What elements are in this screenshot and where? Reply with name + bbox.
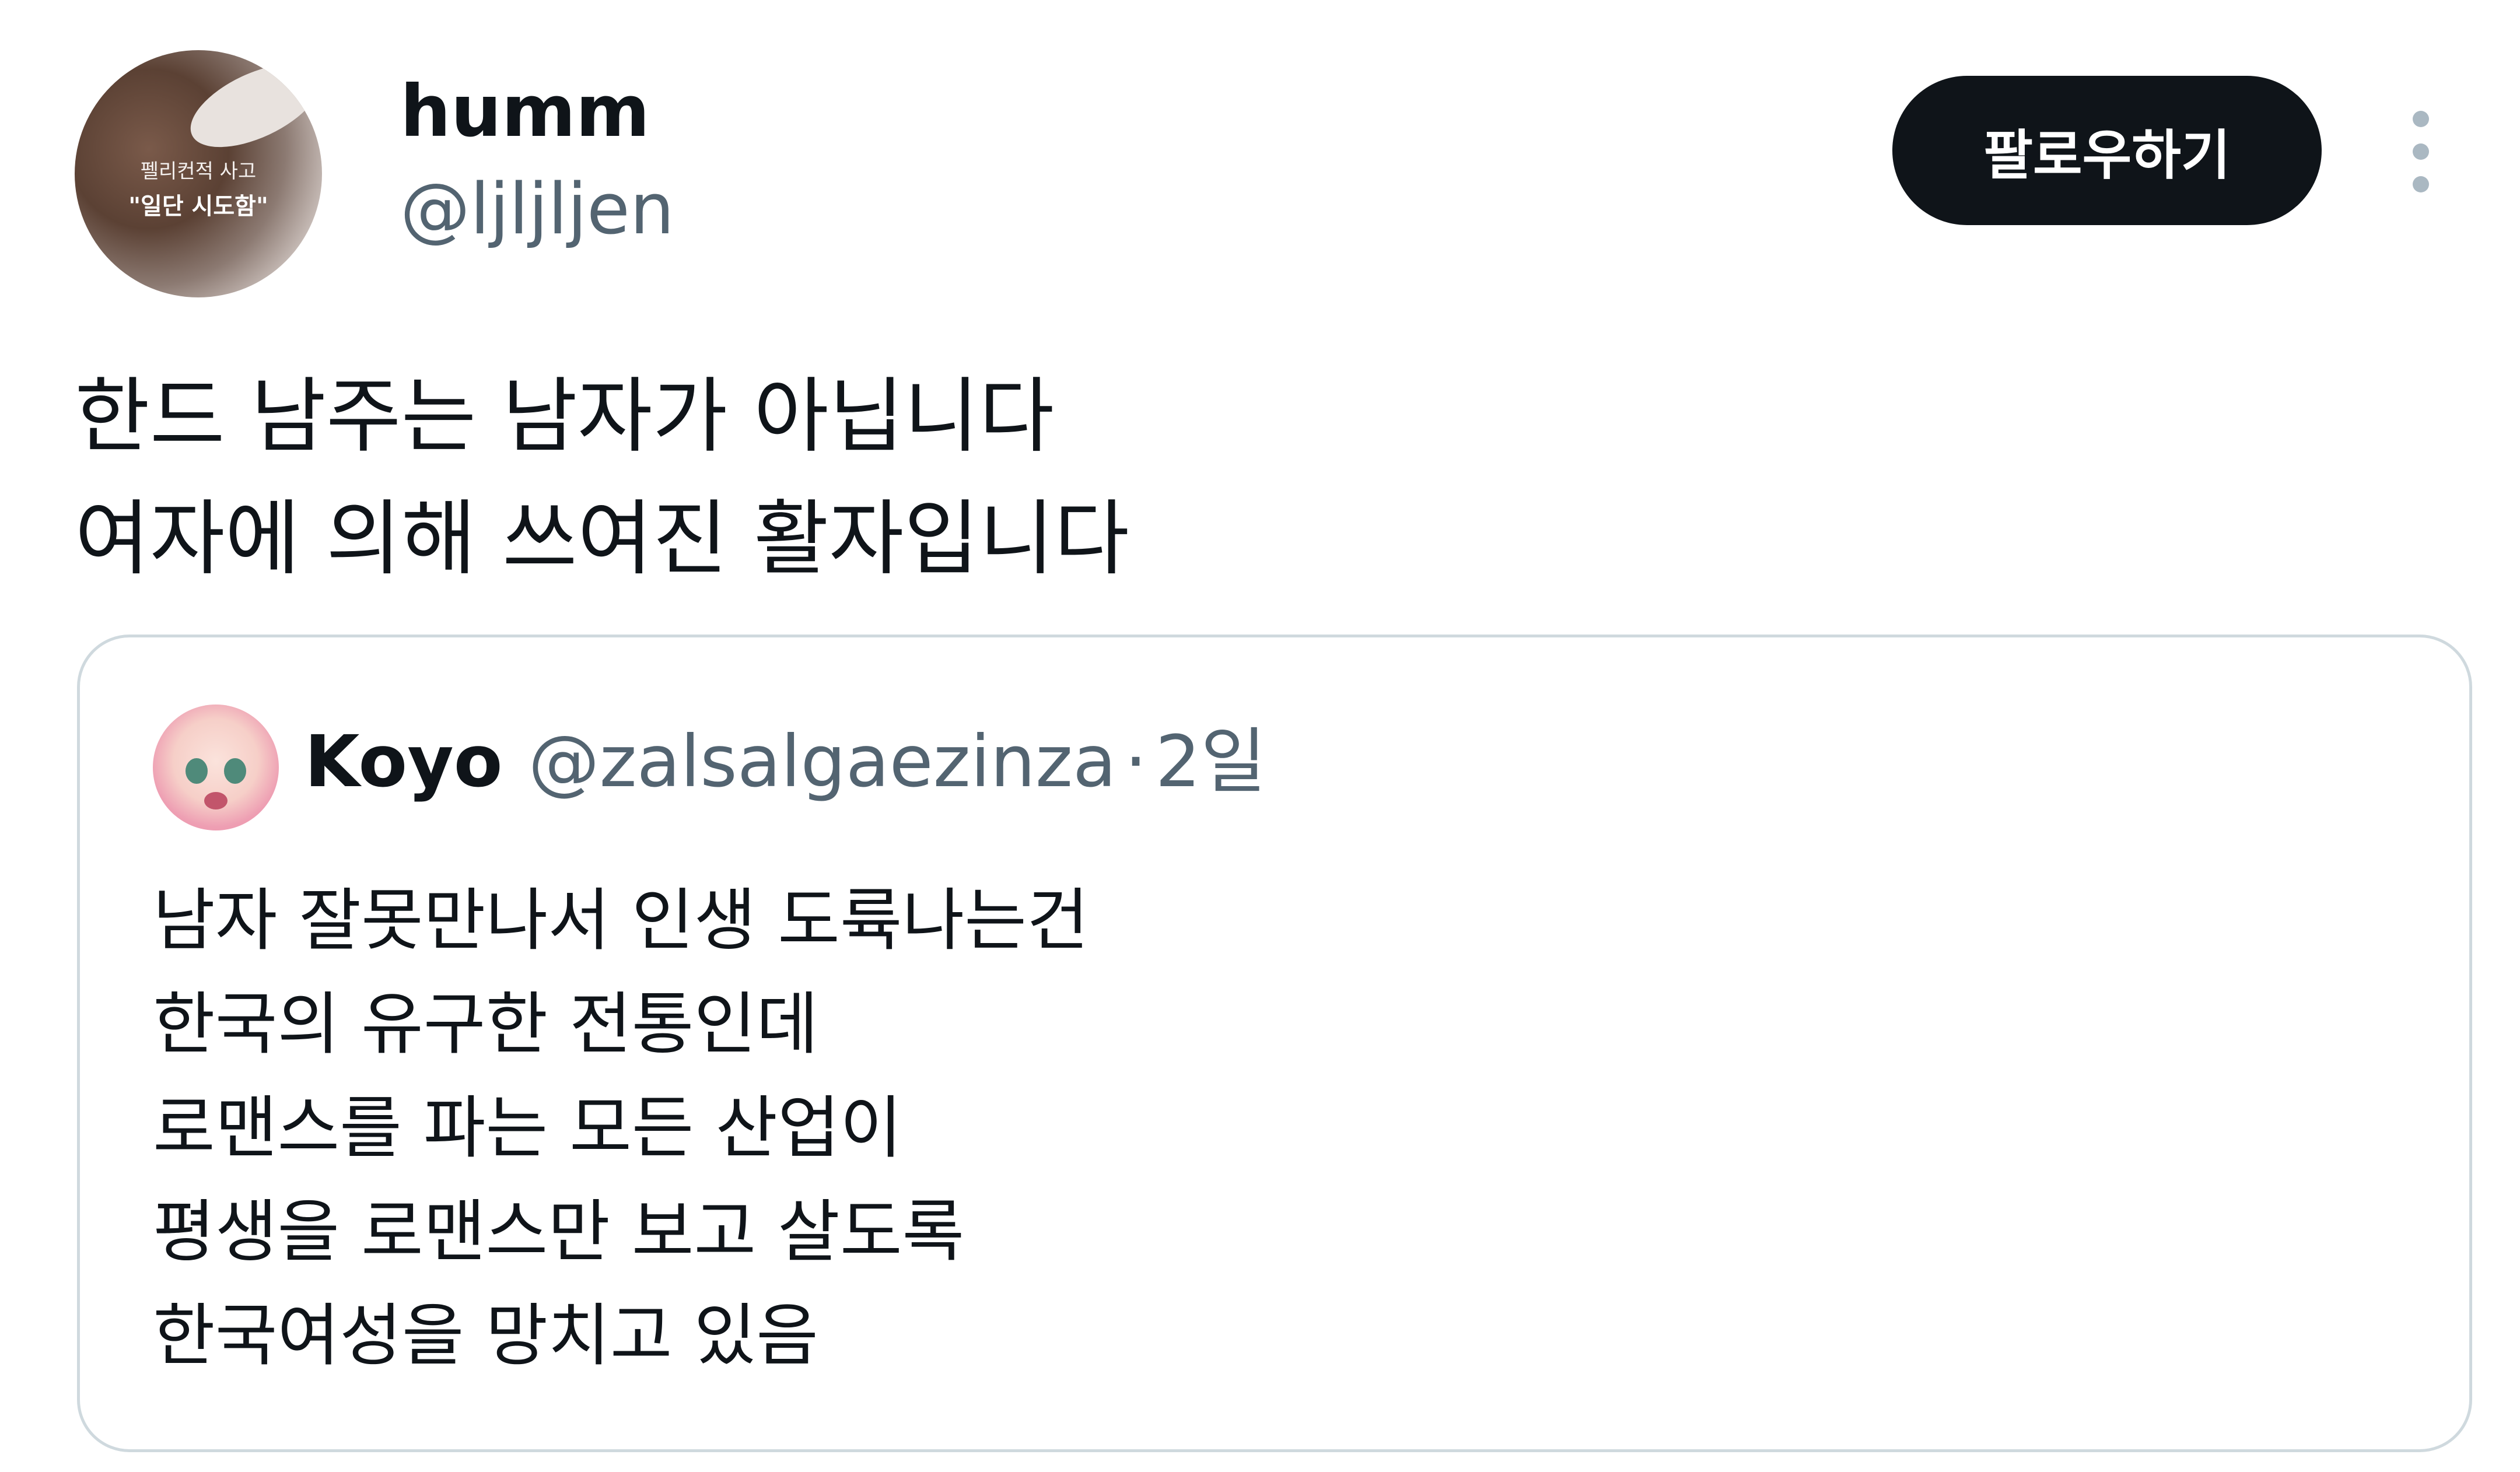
tweet-text: 한드 남주는 남자가 아닙니다 여자에 의해 쓰여진 활자입니다 [75, 356, 1129, 601]
quoted-handle[interactable]: @zalsalgaezinza [528, 720, 1116, 803]
avatar-eye [224, 758, 246, 784]
author-handle[interactable]: @ljljljen [400, 175, 674, 245]
author-avatar[interactable]: 펠리컨적 사고 "일단 시도함" [75, 50, 322, 297]
more-dot [2413, 143, 2429, 160]
more-vertical-icon[interactable] [2409, 111, 2432, 192]
quoted-line: 로맨스를 파는 모든 산업이 [153, 1089, 902, 1168]
quoted-tweet-header: Koyo @zalsalgaezinza · 2일 [304, 726, 1266, 797]
quoted-display-name[interactable]: Koyo [304, 720, 503, 803]
more-dot [2413, 111, 2429, 127]
tweet-line: 한드 남주는 남자가 아닙니다 [75, 369, 1055, 464]
quoted-tweet-text: 남자 잘못만나서 인생 도륙나는건 한국의 유구한 전통인데 로맨스를 파는 모… [153, 869, 1089, 1388]
more-dot [2413, 176, 2429, 192]
avatar-eye [186, 758, 208, 784]
pelican-beak-shape [178, 50, 322, 164]
separator-dot: · [1124, 720, 1147, 803]
avatar-caption-1: 펠리컨적 사고 [140, 160, 257, 183]
quoted-line: 남자 잘못만나서 인생 도륙나는건 [153, 881, 1089, 960]
quoted-line: 한국의 유구한 전통인데 [153, 985, 818, 1064]
avatar-mouth [204, 792, 228, 809]
avatar-caption-2: "일단 시도함" [128, 193, 268, 220]
author-display-name[interactable]: humm [400, 76, 650, 147]
follow-button[interactable]: 팔로우하기 [1892, 76, 2322, 225]
quoted-timestamp[interactable]: 2일 [1156, 720, 1266, 803]
quoted-author-avatar[interactable] [153, 705, 279, 830]
quoted-line: 한국여성을 망치고 있음 [153, 1296, 818, 1375]
tweet-line: 여자에 의해 쓰여진 활자입니다 [75, 492, 1129, 587]
quoted-line: 평생을 로맨스만 보고 살도록 [153, 1193, 965, 1271]
